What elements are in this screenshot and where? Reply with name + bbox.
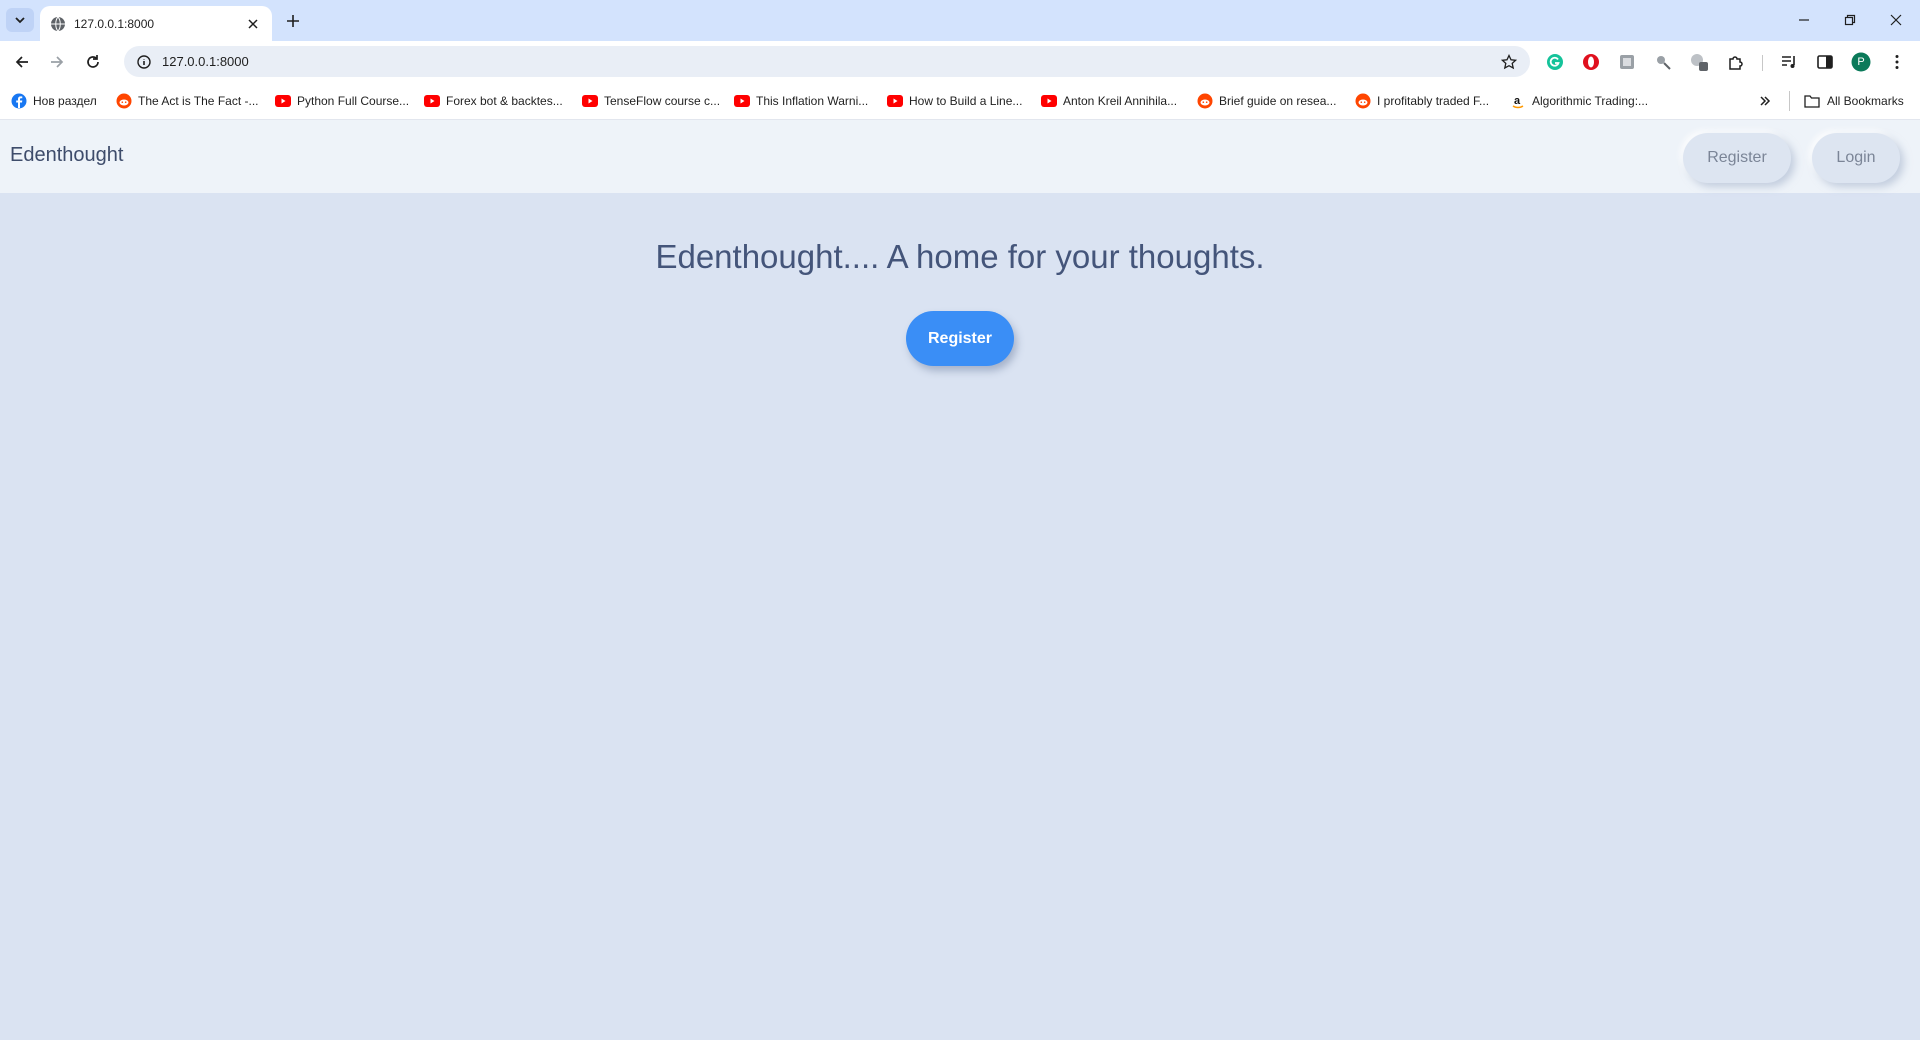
extension-4[interactable] xyxy=(1651,50,1675,74)
browser-tab-active[interactable]: 127.0.0.1:8000 xyxy=(40,6,272,41)
youtube-icon xyxy=(275,93,291,109)
svg-text:a: a xyxy=(1514,95,1521,107)
bookmark-item[interactable]: TenseFlow course c... xyxy=(582,90,720,112)
hero-title: Edenthought.... A home for your thoughts… xyxy=(655,238,1265,275)
bookmark-star-button[interactable] xyxy=(1496,49,1522,75)
site-brand[interactable]: Edenthought xyxy=(10,144,123,167)
opera-extension[interactable] xyxy=(1579,50,1603,74)
minimize-icon xyxy=(1799,19,1809,21)
opera-icon xyxy=(1583,54,1599,70)
extension-3[interactable] xyxy=(1615,50,1639,74)
extension-badge-icon xyxy=(1691,54,1708,71)
back-button[interactable] xyxy=(9,49,35,75)
bookmark-item[interactable]: This Inflation Warni... xyxy=(734,90,868,112)
all-bookmarks-label: All Bookmarks xyxy=(1827,94,1904,108)
chrome-menu-button[interactable] xyxy=(1885,50,1909,74)
plus-icon xyxy=(287,15,299,27)
youtube-icon xyxy=(1041,93,1057,109)
info-icon xyxy=(137,54,151,69)
youtube-icon xyxy=(582,93,598,109)
bookmark-item[interactable]: a Algorithmic Trading:... xyxy=(1510,90,1648,112)
profile-initial: P xyxy=(1857,56,1865,68)
puzzle-icon xyxy=(1729,56,1743,70)
grammarly-icon xyxy=(1547,54,1563,70)
bookmark-label: Forex bot & backtes... xyxy=(446,94,563,108)
youtube-icon xyxy=(424,93,440,109)
site-info-button[interactable] xyxy=(134,52,154,72)
reload-icon xyxy=(87,55,99,68)
hero-register-button[interactable]: Register xyxy=(906,311,1014,366)
arrow-left-icon xyxy=(15,56,28,68)
bookmark-label: Нов раздел xyxy=(33,94,97,108)
bookmark-label: The Act is The Fact -... xyxy=(138,94,259,108)
close-tab-button[interactable] xyxy=(244,15,262,33)
restore-icon xyxy=(1844,14,1856,26)
browser-tab-strip: 127.0.0.1:8000 xyxy=(0,0,1920,41)
folder-icon xyxy=(1804,95,1820,108)
forward-button[interactable] xyxy=(44,49,70,75)
reddit-icon xyxy=(1355,93,1371,109)
youtube-icon xyxy=(887,93,903,109)
music-queue-icon xyxy=(1782,56,1795,68)
browser-toolbar: 127.0.0.1:8000 P xyxy=(0,41,1920,82)
puzzle-image-icon xyxy=(1620,55,1634,69)
profile-button[interactable]: P xyxy=(1849,50,1873,74)
bookmarks-bar: Нов раздел The Act is The Fact -... Pyth… xyxy=(0,82,1920,120)
bookmark-label: Algorithmic Trading:... xyxy=(1532,94,1649,108)
toolbar-divider xyxy=(1762,55,1763,71)
address-bar[interactable]: 127.0.0.1:8000 xyxy=(124,46,1530,77)
bookmark-label: Anton Kreil Annihila... xyxy=(1063,94,1178,108)
youtube-icon xyxy=(734,93,750,109)
bookmark-label: TenseFlow course c... xyxy=(604,94,721,108)
bookmark-item[interactable]: Нов раздел xyxy=(11,90,97,112)
bookmark-item[interactable]: How to Build a Line... xyxy=(887,90,1022,112)
satellite-icon xyxy=(1657,56,1671,70)
minimize-button[interactable] xyxy=(1784,8,1824,32)
reload-button[interactable] xyxy=(80,49,106,75)
bookmark-item[interactable]: Anton Kreil Annihila... xyxy=(1041,90,1177,112)
bookmark-item[interactable]: The Act is The Fact -... xyxy=(116,90,259,112)
site-navbar: Edenthought Register Login xyxy=(0,120,1920,193)
close-window-button[interactable] xyxy=(1876,8,1916,32)
nav-register-button[interactable]: Register xyxy=(1683,133,1791,183)
bookmark-item[interactable]: Forex bot & backtes... xyxy=(424,90,563,112)
close-icon xyxy=(248,18,258,29)
arrow-right-icon xyxy=(51,56,64,68)
close-icon xyxy=(1890,14,1902,26)
bookmark-item[interactable]: I profitably traded F... xyxy=(1355,90,1489,112)
reddit-icon xyxy=(116,93,132,109)
bookmark-label: Brief guide on resea... xyxy=(1219,94,1337,108)
side-panel-button[interactable] xyxy=(1813,50,1837,74)
bookmarks-divider xyxy=(1789,91,1790,111)
globe-icon xyxy=(51,16,65,31)
bookmark-label: This Inflation Warni... xyxy=(756,94,869,108)
tab-title: 127.0.0.1:8000 xyxy=(74,16,155,31)
chevron-down-icon xyxy=(15,17,25,24)
star-icon xyxy=(1501,53,1517,69)
side-panel-icon xyxy=(1817,55,1833,69)
amazon-icon: a xyxy=(1510,93,1526,109)
bookmark-item[interactable]: Python Full Course... xyxy=(275,90,409,112)
all-bookmarks-button[interactable]: All Bookmarks xyxy=(1804,90,1904,112)
grammarly-extension[interactable] xyxy=(1543,50,1567,74)
facebook-icon xyxy=(11,93,27,109)
url-text: 127.0.0.1:8000 xyxy=(162,54,249,69)
restore-button[interactable] xyxy=(1830,8,1870,32)
more-bookmarks-button[interactable] xyxy=(1754,90,1776,112)
more-vert-icon xyxy=(1895,55,1899,69)
bookmark-label: I profitably traded F... xyxy=(1377,94,1490,108)
bookmark-label: How to Build a Line... xyxy=(909,94,1023,108)
extensions-menu-button[interactable] xyxy=(1724,50,1748,74)
new-tab-button[interactable] xyxy=(282,10,304,32)
nav-login-button[interactable]: Login xyxy=(1812,133,1900,183)
bookmark-item[interactable]: Brief guide on resea... xyxy=(1197,90,1336,112)
extension-5[interactable] xyxy=(1687,50,1711,74)
media-controls-button[interactable] xyxy=(1777,50,1801,74)
reddit-icon xyxy=(1197,93,1213,109)
tab-search-button[interactable] xyxy=(6,8,34,32)
double-chevron-right-icon xyxy=(1760,96,1771,106)
bookmark-label: Python Full Course... xyxy=(297,94,410,108)
